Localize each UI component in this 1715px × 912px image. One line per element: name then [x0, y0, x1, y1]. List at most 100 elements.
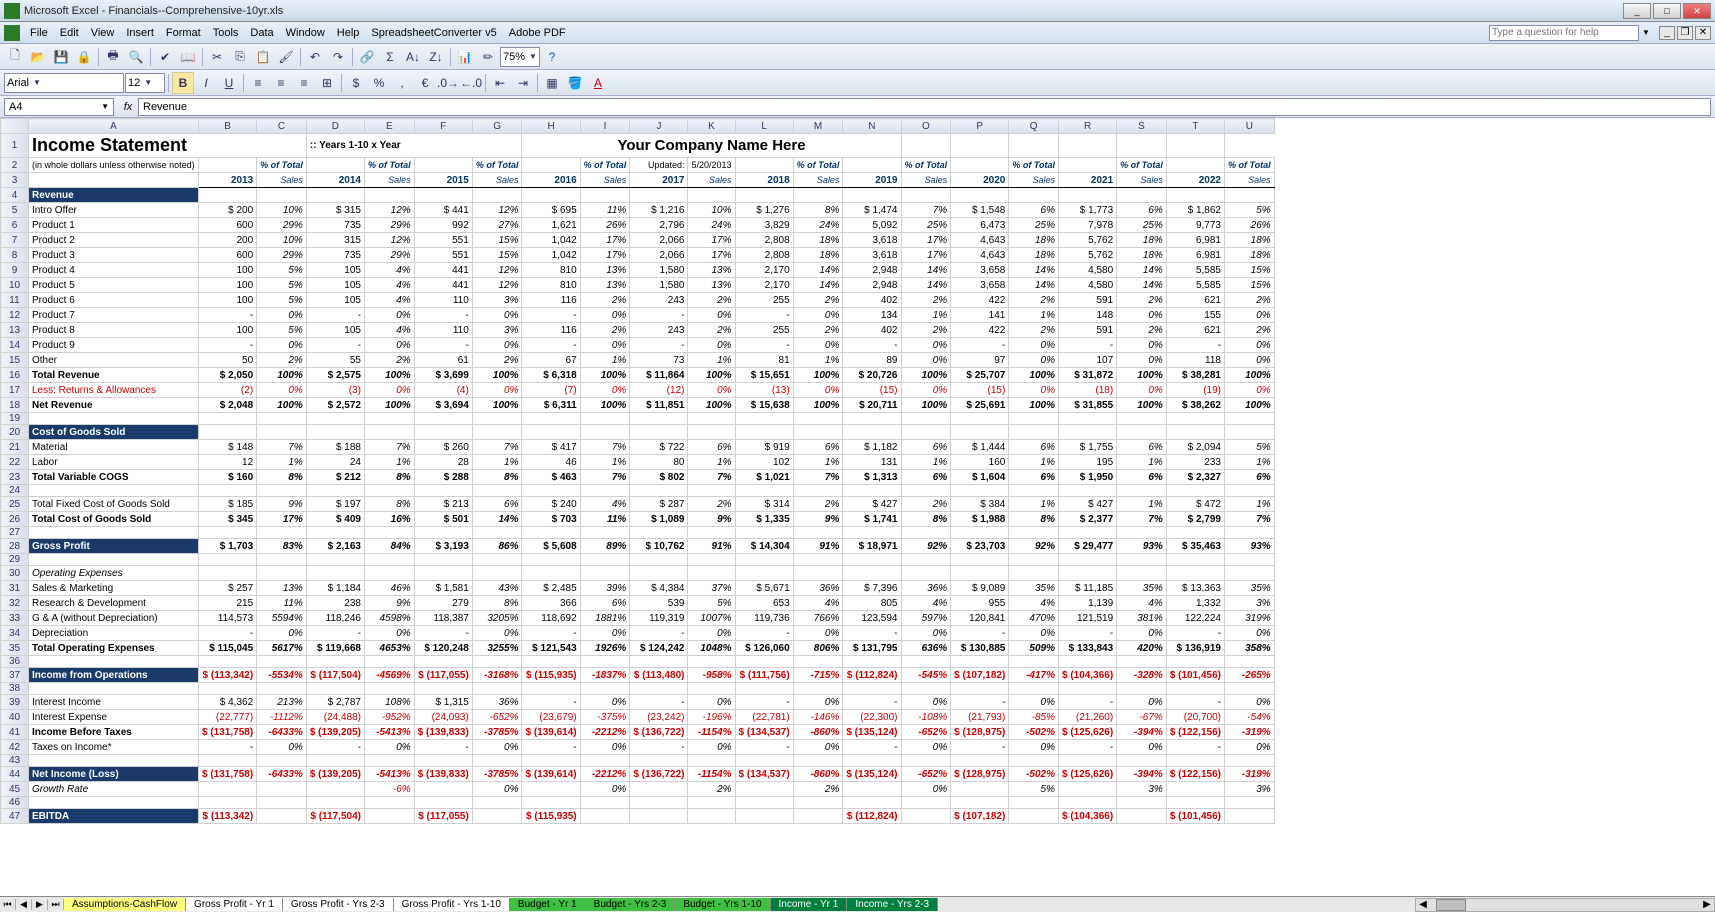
row-header[interactable]: 8 — [1, 248, 29, 263]
row-header[interactable]: 42 — [1, 740, 29, 755]
tab-prev-button[interactable]: ◀ — [16, 899, 32, 910]
align-right-button[interactable]: ≡ — [293, 72, 315, 94]
undo-button[interactable]: ↶ — [304, 46, 326, 68]
help-button[interactable]: ? — [541, 46, 563, 68]
copy-button[interactable]: ⎘ — [229, 46, 251, 68]
row-header[interactable]: 2 — [1, 158, 29, 173]
save-button[interactable]: 💾 — [50, 46, 72, 68]
drawing-button[interactable]: ✏ — [477, 46, 499, 68]
row-header[interactable]: 14 — [1, 338, 29, 353]
column-header[interactable]: M — [793, 119, 843, 134]
row-header[interactable]: 36 — [1, 656, 29, 668]
horizontal-scrollbar[interactable]: ◀ ▶ — [1415, 898, 1715, 912]
sheet-tab[interactable]: Budget - Yrs 2-3 — [586, 898, 676, 911]
redo-button[interactable]: ↷ — [327, 46, 349, 68]
decrease-indent-button[interactable]: ⇤ — [489, 72, 511, 94]
tab-last-button[interactable]: ⏭ — [48, 899, 64, 910]
row-header[interactable]: 19 — [1, 413, 29, 425]
column-header[interactable]: J — [630, 119, 688, 134]
sheet-tab[interactable]: Budget - Yr 1 — [510, 898, 586, 911]
row-header[interactable]: 21 — [1, 440, 29, 455]
currency-button[interactable]: $ — [345, 72, 367, 94]
row-header[interactable]: 47 — [1, 809, 29, 824]
help-search-dropdown-icon[interactable]: ▼ — [1639, 28, 1653, 37]
menu-tools[interactable]: Tools — [207, 25, 245, 41]
row-header[interactable]: 33 — [1, 611, 29, 626]
sheet-tab[interactable]: Gross Profit - Yr 1 — [186, 898, 283, 911]
row-header[interactable]: 39 — [1, 695, 29, 710]
paste-button[interactable]: 📋 — [252, 46, 274, 68]
row-header[interactable]: 20 — [1, 425, 29, 440]
excel-doc-icon[interactable] — [4, 25, 20, 41]
sheet-tab[interactable]: Gross Profit - Yrs 2-3 — [283, 898, 394, 911]
workbook-minimize-button[interactable]: _ — [1659, 26, 1675, 40]
column-header[interactable]: B — [199, 119, 257, 134]
row-header[interactable]: 12 — [1, 308, 29, 323]
comma-button[interactable]: , — [391, 72, 413, 94]
format-painter-button[interactable]: 🖌 — [275, 46, 297, 68]
align-left-button[interactable]: ≡ — [247, 72, 269, 94]
maximize-button[interactable]: □ — [1653, 3, 1681, 19]
column-header[interactable]: R — [1059, 119, 1117, 134]
row-header[interactable]: 31 — [1, 581, 29, 596]
row-header[interactable]: 30 — [1, 566, 29, 581]
percent-button[interactable]: % — [368, 72, 390, 94]
column-header[interactable]: S — [1117, 119, 1167, 134]
spelling-button[interactable]: ✔ — [154, 46, 176, 68]
scroll-right-button[interactable]: ▶ — [1700, 899, 1714, 910]
column-header[interactable]: G — [472, 119, 522, 134]
new-button[interactable]: 🗋 — [4, 46, 26, 68]
open-button[interactable]: 📂 — [27, 46, 49, 68]
row-header[interactable]: 7 — [1, 233, 29, 248]
menu-insert[interactable]: Insert — [120, 25, 160, 41]
row-header[interactable]: 43 — [1, 755, 29, 767]
tab-first-button[interactable]: ⏮ — [0, 899, 16, 910]
row-header[interactable]: 41 — [1, 725, 29, 740]
tab-next-button[interactable]: ▶ — [32, 899, 48, 910]
row-header[interactable]: 10 — [1, 278, 29, 293]
row-header[interactable]: 28 — [1, 539, 29, 554]
column-header[interactable]: C — [257, 119, 307, 134]
row-header[interactable]: 26 — [1, 512, 29, 527]
research-button[interactable]: 📖 — [177, 46, 199, 68]
column-header[interactable]: I — [580, 119, 630, 134]
help-search-input[interactable] — [1489, 25, 1639, 41]
column-header[interactable]: D — [306, 119, 364, 134]
row-header[interactable]: 34 — [1, 626, 29, 641]
row-header[interactable]: 13 — [1, 323, 29, 338]
row-header[interactable]: 16 — [1, 368, 29, 383]
row-header[interactable]: 44 — [1, 767, 29, 782]
column-header[interactable]: L — [735, 119, 793, 134]
row-header[interactable]: 22 — [1, 455, 29, 470]
euro-button[interactable]: € — [414, 72, 436, 94]
minimize-button[interactable]: _ — [1623, 3, 1651, 19]
borders-button[interactable]: ▦ — [541, 72, 563, 94]
column-header[interactable]: U — [1224, 119, 1274, 134]
sheet-tab[interactable]: Income - Yrs 2-3 — [847, 898, 938, 911]
column-header[interactable]: O — [901, 119, 951, 134]
row-header[interactable]: 46 — [1, 797, 29, 809]
row-header[interactable]: 9 — [1, 263, 29, 278]
row-header[interactable]: 5 — [1, 203, 29, 218]
fx-button[interactable]: fx — [118, 101, 138, 113]
menu-window[interactable]: Window — [280, 25, 331, 41]
menu-edit[interactable]: Edit — [54, 25, 85, 41]
scroll-thumb[interactable] — [1436, 899, 1466, 911]
sort-desc-button[interactable]: Z↓ — [425, 46, 447, 68]
row-header[interactable]: 24 — [1, 485, 29, 497]
fill-color-button[interactable]: 🪣 — [564, 72, 586, 94]
close-button[interactable]: ✕ — [1683, 3, 1711, 19]
menu-view[interactable]: View — [85, 25, 121, 41]
row-header[interactable]: 6 — [1, 218, 29, 233]
increase-decimal-button[interactable]: .0→ — [437, 72, 459, 94]
row-header[interactable]: 1 — [1, 134, 29, 158]
font-size-combo[interactable]: 12▼ — [125, 73, 165, 93]
row-header[interactable]: 35 — [1, 641, 29, 656]
zoom-combo[interactable]: 75%▼ — [500, 47, 540, 67]
menu-spreadsheetconverter-v5[interactable]: SpreadsheetConverter v5 — [365, 25, 502, 41]
font-name-combo[interactable]: Arial▼ — [4, 73, 124, 93]
chart-button[interactable]: 📊 — [454, 46, 476, 68]
scroll-left-button[interactable]: ◀ — [1416, 899, 1430, 910]
formula-input[interactable]: Revenue — [138, 98, 1711, 116]
bold-button[interactable]: B — [172, 72, 194, 94]
